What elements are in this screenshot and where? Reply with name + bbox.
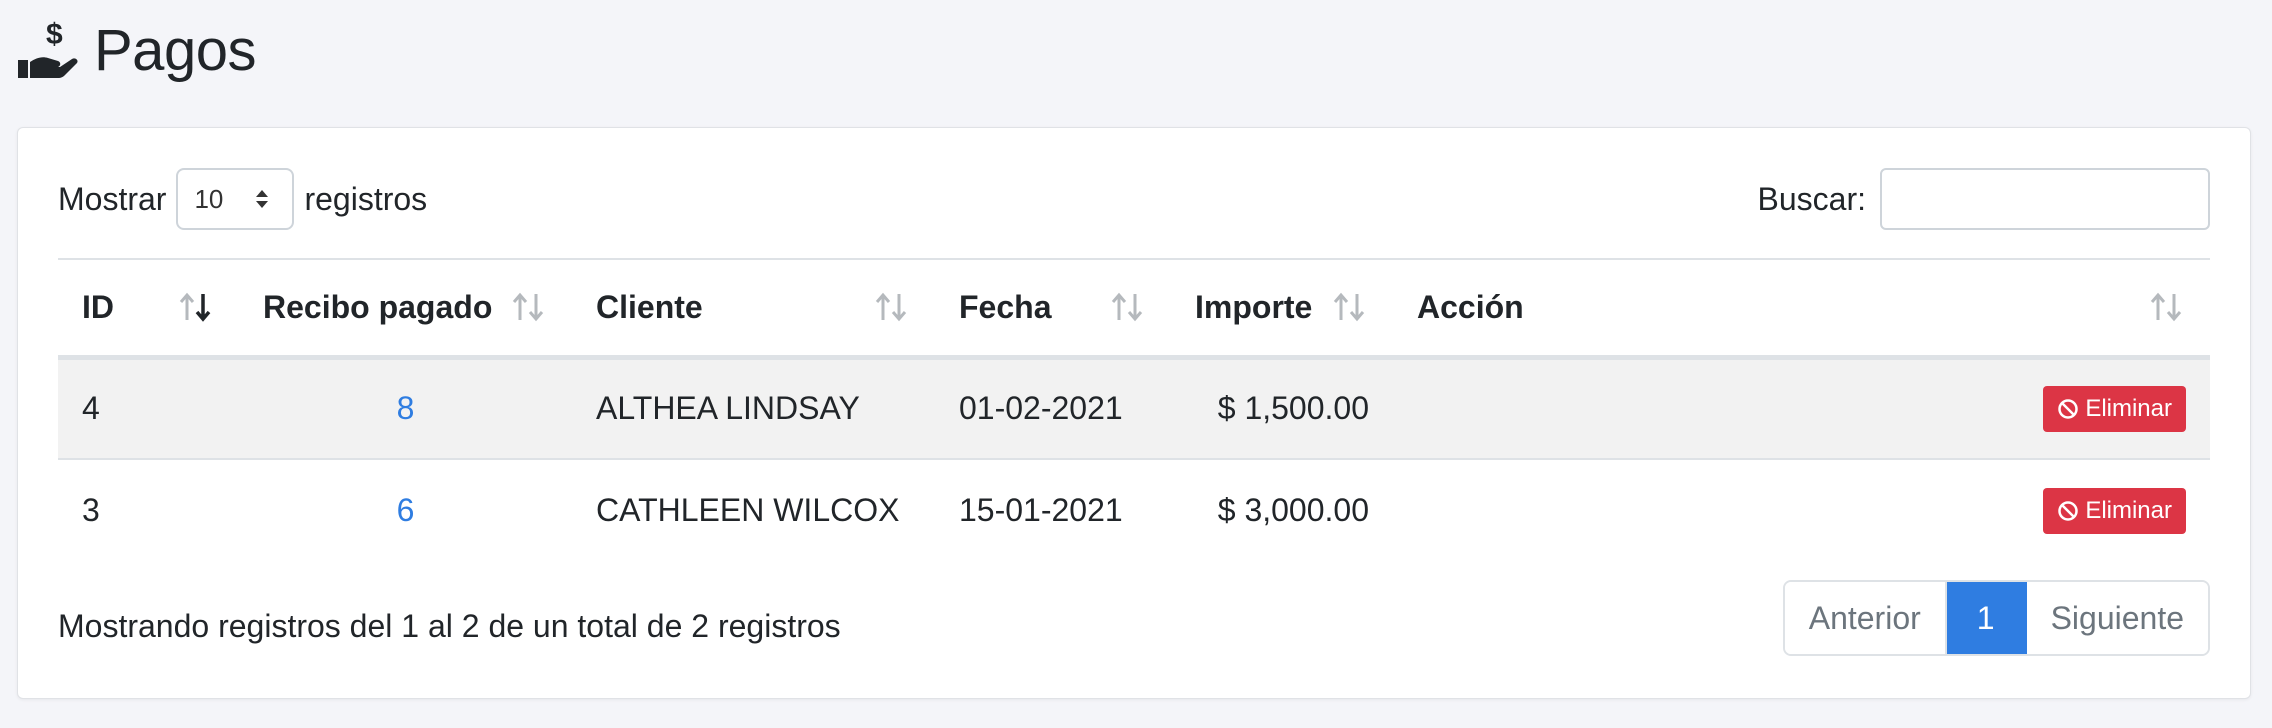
cell-cliente: ALTHEA LINDSAY: [572, 357, 935, 460]
payments-card: Mostrar 10 registros Buscar: ID Recibo p…: [17, 127, 2251, 699]
page-title: Pagos: [94, 17, 256, 83]
page-length-control: Mostrar 10 registros: [58, 168, 427, 230]
column-header-cliente[interactable]: Cliente: [572, 258, 935, 360]
column-header-accion[interactable]: Acción: [1393, 258, 2210, 360]
delete-button-label: Eliminar: [2085, 394, 2172, 422]
page-header: $ Pagos: [16, 14, 256, 86]
pagination-previous[interactable]: Anterior: [1784, 582, 1947, 654]
column-header-fecha[interactable]: Fecha: [935, 258, 1171, 360]
length-suffix-label: registros: [304, 180, 428, 217]
delete-button-label: Eliminar: [2085, 496, 2172, 524]
table-toolbar: Mostrar 10 registros Buscar:: [58, 168, 2210, 230]
ban-icon: [2058, 500, 2079, 521]
page-length-value: 10: [194, 183, 224, 214]
cell-recibo: 6: [239, 459, 572, 561]
pagination: Anterior 1 Siguiente: [1782, 580, 2210, 656]
search-control: Buscar:: [1758, 168, 2210, 230]
sort-icon: [1111, 292, 1143, 322]
cell-fecha: 01-02-2021: [935, 357, 1171, 460]
table-info: Mostrando registros del 1 al 2 de un tot…: [58, 608, 841, 644]
cell-importe: $ 3,000.00: [1217, 492, 1369, 528]
sort-icon: [1333, 292, 1365, 322]
pagination-page-1[interactable]: 1: [1946, 582, 2027, 654]
cell-id: 4: [58, 357, 239, 460]
table-row: 4 8 ALTHEA LINDSAY 01-02-2021 $ 1,500.00…: [58, 357, 2210, 460]
column-header-importe[interactable]: Importe: [1171, 258, 1393, 360]
table-header-row: ID Recibo pagado Cliente Fecha Importe A…: [58, 258, 2210, 360]
sort-icon: [875, 292, 907, 322]
column-header-recibo[interactable]: Recibo pagado: [239, 258, 572, 360]
cell-cliente: CATHLEEN WILCOX: [596, 492, 900, 528]
cell-importe: $ 1,500.00: [1171, 357, 1393, 460]
cell-accion: Eliminar: [1393, 459, 2210, 561]
ban-icon: [2058, 399, 2079, 419]
delete-button[interactable]: Eliminar: [2043, 487, 2186, 534]
hand-holding-dollar-icon: $: [18, 18, 78, 78]
payments-table: ID Recibo pagado Cliente Fecha Importe A…: [58, 258, 2210, 561]
length-prefix-label: Mostrar: [58, 180, 167, 217]
search-label: Buscar:: [1757, 180, 1866, 217]
table-row: 3 6 CATHLEEN WILCOX 15-01-2021 $ 3,000.0…: [58, 459, 2210, 561]
cell-accion: Eliminar: [1393, 357, 2210, 460]
svg-text:$: $: [46, 18, 63, 51]
column-header-id[interactable]: ID: [58, 258, 239, 360]
cell-fecha: 15-01-2021: [959, 492, 1123, 528]
sort-icon: [2150, 292, 2182, 322]
recibo-link[interactable]: 8: [397, 390, 415, 426]
pagination-next[interactable]: Siguiente: [2026, 582, 2208, 654]
recibo-link[interactable]: 6: [397, 492, 415, 528]
page-length-select[interactable]: 10: [176, 168, 295, 230]
sort-desc-icon: [179, 292, 211, 322]
sort-icon: [512, 292, 544, 322]
cell-recibo: 8: [239, 357, 572, 460]
delete-button[interactable]: Eliminar: [2043, 385, 2186, 432]
search-input[interactable]: [1880, 168, 2210, 230]
cell-id: 3: [82, 492, 100, 528]
select-arrows-icon: [256, 190, 269, 208]
